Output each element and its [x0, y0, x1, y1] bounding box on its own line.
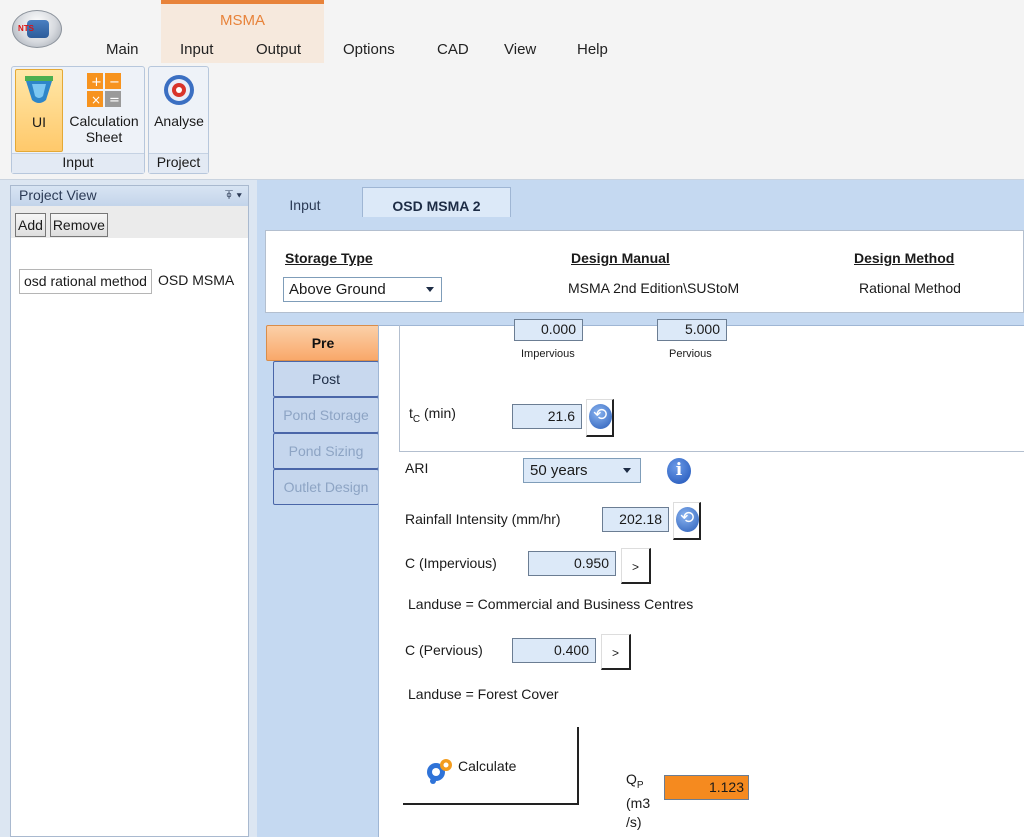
- impervious-input[interactable]: 0.000: [514, 319, 583, 341]
- refresh-icon: [589, 404, 612, 429]
- chevron-down-icon: [623, 468, 631, 473]
- impervious-label: Impervious: [521, 348, 575, 360]
- calculation-sheet-button[interactable]: + − × = Calculation Sheet: [67, 69, 141, 152]
- menu-options[interactable]: Options: [343, 41, 395, 58]
- ribbon-group-input: UI + − × = Calculation Sheet Input: [11, 66, 145, 174]
- menu-main[interactable]: Main: [106, 41, 139, 58]
- menu-input[interactable]: Input: [180, 41, 213, 58]
- menu-cad[interactable]: CAD: [437, 41, 469, 58]
- app-menu-button[interactable]: NTS: [12, 10, 62, 48]
- calculator-icon: + − × =: [87, 73, 121, 107]
- calculate-label: Calculate: [458, 758, 517, 774]
- c-impervious-label: C (Impervious): [405, 555, 497, 571]
- document-page: Storage Type Above Ground Design Manual …: [257, 217, 1024, 837]
- project-view-title: Project View: [19, 187, 97, 203]
- info-icon[interactable]: i: [667, 458, 691, 484]
- ribbon-group-project-label: Project: [149, 153, 208, 173]
- document-area: Input OSD MSMA 2 Storage Type Above Grou…: [257, 180, 1024, 837]
- pervious-input[interactable]: 5.000: [657, 319, 727, 341]
- tc-input[interactable]: 21.6: [512, 404, 582, 429]
- svg-text:=: =: [109, 93, 120, 107]
- analyse-button[interactable]: Analyse: [151, 69, 207, 152]
- pervious-label: Pervious: [669, 348, 712, 360]
- qp-unit-line-1: (m3: [626, 795, 651, 811]
- rainfall-intensity-input[interactable]: 202.18: [602, 507, 669, 532]
- menu-help[interactable]: Help: [577, 41, 608, 58]
- project-view-toolbar: Add Remove: [11, 206, 248, 238]
- design-method-value: Rational Method: [859, 280, 961, 296]
- panel-splitter[interactable]: [249, 180, 257, 837]
- svg-text:+: +: [91, 75, 102, 90]
- design-manual-title: Design Manual: [571, 250, 670, 266]
- remove-button[interactable]: Remove: [49, 213, 108, 237]
- svg-text:×: ×: [91, 93, 101, 107]
- subtab-outlet-design[interactable]: Outlet Design: [273, 469, 379, 505]
- landuse-pervious-text: Landuse = Forest Cover: [408, 686, 559, 702]
- app-logo-text: NTS: [18, 24, 34, 33]
- c-impervious-input[interactable]: 0.950: [528, 551, 616, 576]
- qp-label: QP: [626, 771, 644, 791]
- menu-view[interactable]: View: [504, 41, 536, 58]
- ari-value: 50 years: [530, 462, 588, 479]
- c-pervious-select-button[interactable]: >: [601, 634, 631, 670]
- design-manual-value: MSMA 2nd Edition\SUStoM: [568, 280, 740, 296]
- ribbon-panel: UI + − × = Calculation Sheet Input Analy…: [0, 63, 1024, 180]
- qp-result-value: 1.123: [664, 775, 749, 800]
- c-pervious-label: C (Pervious): [405, 642, 483, 658]
- design-header-panel: Storage Type Above Ground Design Manual …: [265, 230, 1024, 313]
- ribbon-group-input-label: Input: [12, 153, 144, 173]
- storage-type-select[interactable]: Above Ground: [283, 277, 442, 302]
- qp-unit-line-2: /s): [626, 814, 642, 830]
- ari-select[interactable]: 50 years: [523, 458, 641, 483]
- project-item-type: OSD MSMA: [157, 272, 235, 288]
- project-item-name: osd rational method: [19, 269, 152, 294]
- catchment-box: 0.000 Impervious 5.000 Pervious tC (min)…: [399, 319, 1024, 452]
- tab-osd-msma-2[interactable]: OSD MSMA 2: [362, 187, 511, 217]
- refresh-icon: [676, 507, 699, 532]
- project-view-header: Project View ⍕ ▾: [11, 186, 248, 206]
- ribbon-group-project: Analyse Project: [148, 66, 209, 174]
- tc-label: tC (min): [409, 405, 456, 425]
- landuse-impervious-text: Landuse = Commercial and Business Centre…: [408, 596, 694, 612]
- project-list-item[interactable]: osd rational method OSD MSMA: [19, 269, 248, 294]
- storage-type-title: Storage Type: [285, 250, 373, 266]
- c-pervious-input[interactable]: 0.400: [512, 638, 596, 663]
- rainfall-reset-button[interactable]: [673, 502, 701, 540]
- analyse-label: Analyse: [154, 113, 204, 129]
- storage-type-value: Above Ground: [289, 281, 386, 298]
- context-tab-label: MSMA: [220, 12, 265, 29]
- subtab-pond-sizing[interactable]: Pond Sizing: [273, 433, 379, 469]
- design-method-title: Design Method: [854, 250, 955, 266]
- subtab-pre[interactable]: Pre: [266, 325, 380, 361]
- ui-button-label: UI: [32, 114, 46, 130]
- menu-output[interactable]: Output: [256, 41, 301, 58]
- subtab-post[interactable]: Post: [273, 361, 379, 397]
- calculation-sheet-label: Calculation Sheet: [69, 113, 139, 145]
- ui-icon: [25, 76, 53, 103]
- analyse-gear-icon: [164, 75, 194, 105]
- ari-label: ARI: [405, 460, 429, 476]
- ui-button[interactable]: UI: [15, 69, 63, 152]
- tab-input[interactable]: Input: [269, 187, 341, 217]
- add-button[interactable]: Add: [15, 213, 46, 237]
- c-impervious-select-button[interactable]: >: [621, 548, 651, 584]
- chevron-down-icon: [426, 287, 434, 292]
- calculate-button[interactable]: Calculate: [403, 727, 579, 805]
- tc-reset-button[interactable]: [586, 399, 614, 437]
- project-view-panel: Project View ⍕ ▾ Add Remove osd rational…: [10, 185, 249, 837]
- gear-icon: [427, 759, 452, 784]
- svg-text:−: −: [109, 75, 120, 90]
- rainfall-intensity-label: Rainfall Intensity (mm/hr): [405, 511, 561, 527]
- subtab-pond-storage[interactable]: Pond Storage: [273, 397, 379, 433]
- pin-icon[interactable]: ⍕ ▾: [225, 187, 242, 203]
- pre-content-panel: 0.000 Impervious 5.000 Pervious tC (min)…: [378, 319, 1024, 837]
